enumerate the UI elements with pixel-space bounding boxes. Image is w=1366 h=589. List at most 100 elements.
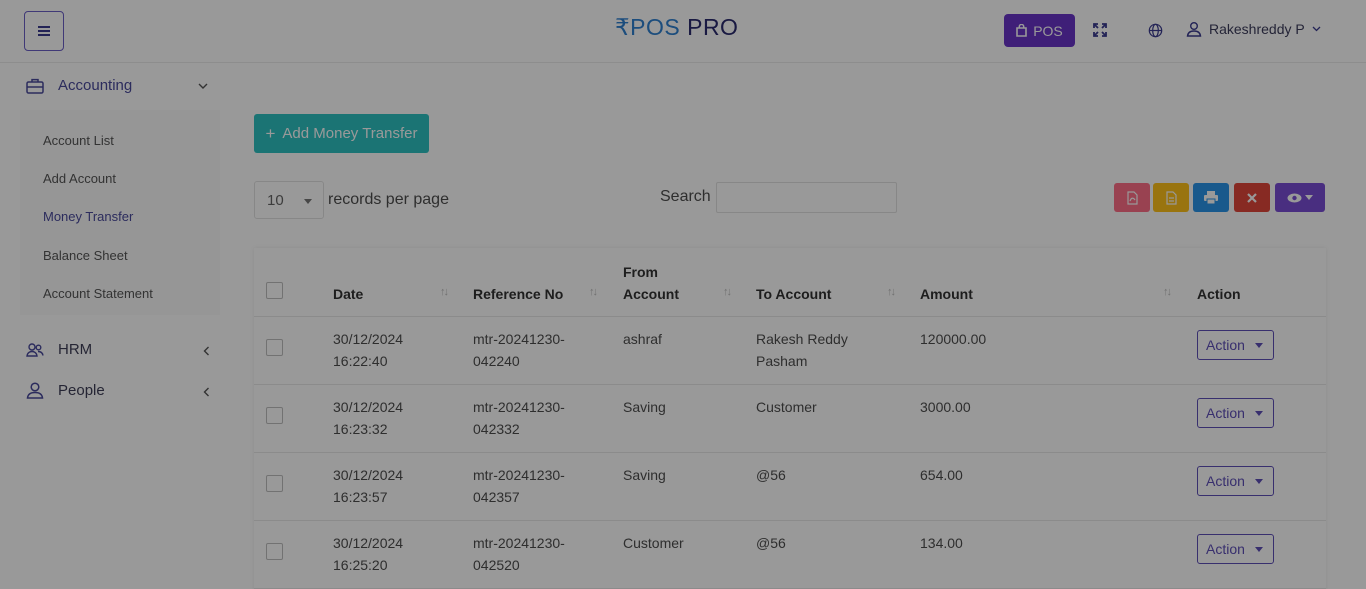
records-per-page-label: records per page [328, 191, 449, 208]
cell-date: 30/12/2024 16:25:20 [333, 532, 403, 576]
cell-reference: mtr-20241230- 042520 [473, 532, 565, 576]
column-visibility-button[interactable] [1275, 183, 1325, 212]
sidebar-item-people[interactable]: People [26, 382, 105, 399]
column-header-from-line1[interactable]: From [623, 264, 658, 280]
date-line: 30/12/2024 [333, 467, 404, 483]
per-page-value: 10 [267, 191, 284, 209]
sidebar-item-accounting[interactable]: Accounting [26, 77, 132, 94]
user-icon [1186, 22, 1202, 37]
user-menu[interactable]: Rakeshreddy P [1186, 21, 1321, 37]
sidebar-toggle-button[interactable] [24, 11, 64, 51]
add-money-transfer-button[interactable]: + Add Money Transfer [254, 114, 429, 153]
date-line: 30/12/2024 [333, 535, 404, 551]
shopping-bag-icon [1016, 24, 1028, 37]
chevron-down-icon[interactable] [198, 83, 208, 90]
sort-icon[interactable]: ↑↓ [1163, 286, 1172, 298]
caret-down-icon [1255, 547, 1263, 552]
column-header-reference[interactable]: Reference No [473, 286, 563, 302]
cell-to-account: @56 [756, 532, 786, 554]
row-checkbox[interactable] [266, 407, 283, 424]
file-pdf-icon [1126, 190, 1138, 205]
export-csv-button[interactable] [1153, 183, 1189, 212]
submenu-add-account[interactable]: Add Account [43, 171, 116, 186]
row-checkbox[interactable] [266, 475, 283, 492]
pos-button-label: POS [1033, 22, 1063, 39]
column-header-from-line2[interactable]: Account [623, 286, 679, 302]
money-transfer-table: Date ↑↓ Reference No ↑↓ From Account ↑↓ … [254, 248, 1326, 589]
cell-amount: 134.00 [920, 535, 963, 551]
cell-amount: 3000.00 [920, 399, 971, 415]
caret-down-icon [1305, 195, 1313, 200]
row-action-button[interactable]: Action [1197, 330, 1274, 360]
sidebar-item-hrm[interactable]: HRM [26, 341, 92, 358]
submenu-money-transfer[interactable]: Money Transfer [43, 209, 133, 224]
table-row: 30/12/2024 16:23:57 mtr-20241230- 042357 S… [254, 453, 1326, 521]
search-input[interactable] [716, 182, 897, 213]
action-label: Action [1206, 405, 1245, 421]
to-account-line: @56 [756, 535, 786, 551]
table-row: 30/12/2024 16:23:32 mtr-20241230- 042332 S… [254, 385, 1326, 453]
table-row: 30/12/2024 16:25:20 mtr-20241230- 042520 C… [254, 521, 1326, 589]
cell-reference: mtr-20241230- 042357 [473, 464, 565, 508]
submenu-account-statement[interactable]: Account Statement [43, 286, 153, 301]
reference-line: 042520 [473, 557, 520, 573]
time-line: 16:22:40 [333, 353, 388, 369]
to-account-line: @56 [756, 467, 786, 483]
row-action-button[interactable]: Action [1197, 398, 1274, 428]
row-action-button[interactable]: Action [1197, 466, 1274, 496]
time-line: 16:25:20 [333, 557, 388, 573]
chevron-left-icon[interactable] [203, 346, 210, 356]
sidebar: Accounting Account List Add Account Mone… [0, 63, 232, 589]
column-header-action: Action [1197, 286, 1241, 302]
fullscreen-icon[interactable] [1090, 20, 1110, 40]
cell-from-account: Saving [623, 399, 666, 415]
row-checkbox[interactable] [266, 543, 283, 560]
cell-reference: mtr-20241230- 042332 [473, 396, 565, 440]
reference-line: 042332 [473, 421, 520, 437]
cell-to-account: Customer [756, 396, 817, 418]
delete-button[interactable] [1234, 183, 1270, 212]
cell-from-account: Saving [623, 467, 666, 483]
cell-amount: 654.00 [920, 467, 963, 483]
reference-line: mtr-20241230- [473, 331, 565, 347]
caret-down-icon [1255, 343, 1263, 348]
action-label: Action [1206, 473, 1245, 489]
date-line: 30/12/2024 [333, 331, 404, 347]
chevron-left-icon[interactable] [203, 387, 210, 397]
column-header-to-account[interactable]: To Account [756, 286, 831, 302]
to-account-line: Pasham [756, 353, 808, 369]
close-icon [1247, 192, 1257, 203]
cell-to-account: Rakesh Reddy Pasham [756, 328, 848, 372]
printer-icon [1204, 191, 1218, 204]
hamburger-icon [38, 26, 50, 36]
records-per-page-select[interactable]: 10 [254, 181, 324, 219]
cell-amount: 120000.00 [920, 331, 987, 347]
row-action-button[interactable]: Action [1197, 534, 1274, 564]
pos-button[interactable]: POS [1004, 14, 1075, 47]
submenu-account-list[interactable]: Account List [43, 133, 114, 148]
print-button[interactable] [1193, 183, 1229, 212]
app-logo[interactable]: ₹POS PRO [615, 14, 738, 41]
sort-icon[interactable]: ↑↓ [589, 286, 598, 298]
logo-text-pro: PRO [687, 14, 739, 40]
to-account-line: Customer [756, 399, 817, 415]
submenu-balance-sheet[interactable]: Balance Sheet [43, 248, 128, 263]
globe-icon[interactable] [1145, 20, 1165, 40]
cell-from-account: Customer [623, 535, 684, 551]
select-all-checkbox[interactable] [266, 282, 283, 299]
file-text-icon [1165, 190, 1177, 205]
sort-icon[interactable]: ↑↓ [440, 286, 449, 298]
export-pdf-button[interactable] [1114, 183, 1150, 212]
reference-line: mtr-20241230- [473, 535, 565, 551]
cell-reference: mtr-20241230- 042240 [473, 328, 565, 372]
column-header-date[interactable]: Date [333, 286, 363, 302]
cell-date: 30/12/2024 16:23:32 [333, 396, 403, 440]
row-checkbox[interactable] [266, 339, 283, 356]
sort-icon[interactable]: ↑↓ [887, 286, 896, 298]
accounting-submenu: Account List Add Account Money Transfer … [20, 110, 220, 315]
column-header-amount[interactable]: Amount [920, 286, 973, 302]
search-label: Search [660, 188, 711, 205]
sort-icon[interactable]: ↑↓ [723, 286, 732, 298]
logo-text-pos: ₹POS [615, 14, 681, 40]
time-line: 16:23:57 [333, 489, 388, 505]
